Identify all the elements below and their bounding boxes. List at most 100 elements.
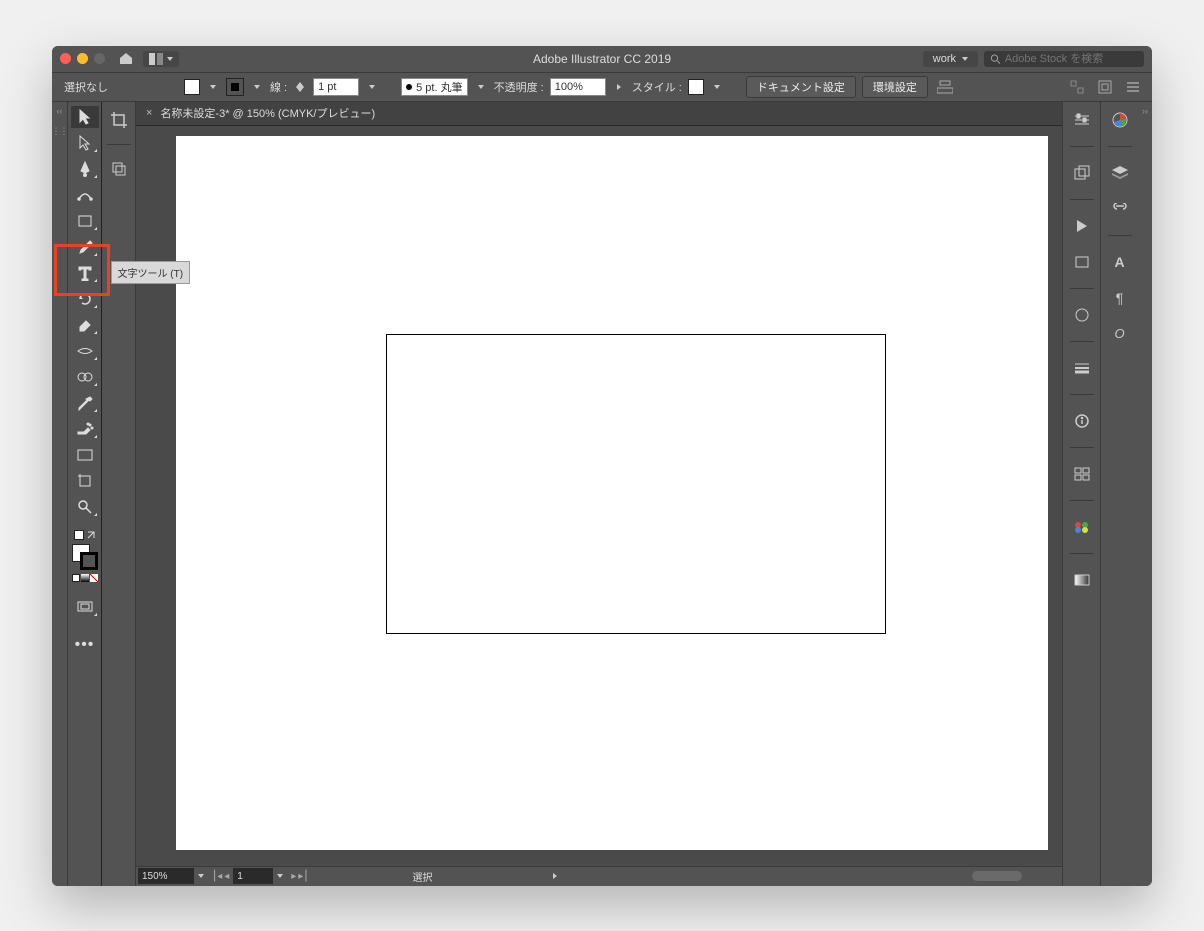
zoom-tool[interactable] (71, 496, 99, 518)
next-artboard-icon[interactable]: ▸ (291, 871, 296, 882)
prev-artboard-icon[interactable]: ◂ (224, 871, 229, 882)
style-label: スタイル : (632, 79, 682, 95)
brush-name: 5 pt. 丸筆 (416, 79, 462, 95)
artboard-number-input[interactable]: 1 (233, 868, 273, 884)
copy-icon[interactable] (107, 157, 131, 181)
aux-panel-column (102, 102, 136, 886)
appearance-panel-icon[interactable] (1070, 303, 1094, 327)
direct-selection-tool[interactable] (71, 132, 99, 154)
eyedropper-tool[interactable] (71, 392, 99, 414)
curvature-tool[interactable] (71, 184, 99, 206)
fill-swatch[interactable] (184, 79, 200, 95)
minimize-window-button[interactable] (77, 53, 88, 64)
toolbox-collapse-gutter: ‹‹ ⋮⋮ (52, 102, 68, 886)
artboard-dropdown[interactable] (273, 869, 287, 883)
gradient-tool[interactable] (71, 444, 99, 466)
gradient-panel-icon[interactable] (1070, 568, 1094, 592)
home-icon[interactable] (119, 51, 133, 67)
properties-panel-icon[interactable] (1070, 108, 1094, 132)
close-window-button[interactable] (60, 53, 71, 64)
swatches-panel-icon[interactable] (1070, 515, 1094, 539)
gradient-mode[interactable] (81, 574, 89, 582)
stroke-weight-dropdown[interactable] (365, 80, 379, 94)
drag-handle-icon[interactable]: ⋮⋮ (52, 126, 68, 137)
artboard-tool[interactable] (71, 470, 99, 492)
panel-menu-icon[interactable] (1122, 76, 1144, 98)
collapse-chevrons-icon[interactable]: ‹‹ (57, 106, 63, 116)
rectangle-tool[interactable] (71, 210, 99, 232)
collapse-chevrons-icon[interactable]: ›› (1142, 106, 1148, 116)
search-bar[interactable] (984, 51, 1144, 67)
chevron-down-icon (962, 57, 968, 61)
none-mode[interactable] (90, 574, 98, 582)
stroke-weight-stepper[interactable] (293, 79, 307, 95)
zoom-level-input[interactable]: 150% (138, 868, 194, 884)
align-icon[interactable] (934, 76, 956, 98)
workspace-switcher[interactable]: work (923, 51, 978, 67)
opentype-panel-icon[interactable]: O (1108, 322, 1132, 346)
selection-tool[interactable] (71, 106, 99, 128)
links-panel-icon[interactable] (1108, 197, 1132, 221)
document-tab[interactable]: × 名称未設定-3* @ 150% (CMYK/プレビュー) (136, 102, 1062, 126)
tab-label: 名称未設定-3* @ 150% (CMYK/プレビュー) (160, 105, 375, 121)
fill-stroke-control[interactable] (72, 544, 98, 570)
align-panel-icon[interactable] (1070, 462, 1094, 486)
edit-toolbar-button[interactable]: ••• (71, 634, 99, 656)
horizontal-scrollbar-thumb[interactable] (972, 871, 1022, 881)
screen-mode-tool[interactable] (71, 596, 99, 618)
actions-play-icon[interactable] (1070, 214, 1094, 238)
fill-dropdown[interactable] (206, 80, 220, 94)
character-panel-icon[interactable]: A (1108, 250, 1132, 274)
stroke-color[interactable] (80, 552, 98, 570)
pen-tool[interactable] (71, 158, 99, 180)
brush-selector[interactable]: 5 pt. 丸筆 (401, 78, 467, 96)
graphic-style-swatch[interactable] (688, 79, 704, 95)
canvas-viewport[interactable] (136, 126, 1062, 866)
width-tool[interactable] (71, 340, 99, 362)
opacity-input[interactable] (550, 78, 606, 96)
close-tab-icon[interactable]: × (146, 107, 152, 119)
zoom-dropdown[interactable] (194, 869, 208, 883)
chevron-down-icon (167, 57, 173, 61)
vertical-scrollbar[interactable] (1048, 126, 1062, 850)
rectangle-object[interactable] (386, 334, 886, 634)
brush-dropdown[interactable] (474, 80, 488, 94)
artboards-panel-icon[interactable] (1070, 250, 1094, 274)
opacity-dropdown[interactable] (612, 80, 626, 94)
artboard[interactable] (176, 136, 1048, 850)
solid-color-mode[interactable] (72, 574, 80, 582)
color-mode-row (72, 574, 98, 582)
symbol-sprayer-tool[interactable] (71, 418, 99, 440)
type-tool-tooltip: 文字ツール (T) (111, 261, 191, 284)
arrange-documents-button[interactable] (143, 51, 179, 67)
stroke-dropdown[interactable] (250, 80, 264, 94)
paintbrush-tool[interactable] (71, 236, 99, 258)
libraries-panel-icon[interactable] (1070, 161, 1094, 185)
status-play-icon[interactable] (553, 871, 557, 882)
app-body: ‹‹ ⋮⋮ 文字ツール (T) (52, 102, 1152, 886)
crop-icon[interactable] (107, 108, 131, 132)
document-setup-button[interactable]: ドキュメント設定 (746, 76, 856, 98)
rotate-tool[interactable] (71, 288, 99, 310)
transform-panel-icon[interactable] (1066, 76, 1088, 98)
shape-builder-tool[interactable] (71, 366, 99, 388)
right-collapse-gutter: ›› (1138, 102, 1152, 886)
preferences-button[interactable]: 環境設定 (862, 76, 928, 98)
color-panel-icon[interactable] (1108, 108, 1132, 132)
fill-stroke-toggle[interactable] (74, 530, 96, 540)
layers-panel-icon[interactable] (1108, 161, 1132, 185)
first-artboard-icon[interactable]: ⎮◂ (212, 871, 222, 882)
brush-dot-icon (406, 84, 412, 90)
search-input[interactable] (1005, 53, 1138, 65)
info-panel-icon[interactable] (1070, 409, 1094, 433)
isolate-icon[interactable] (1094, 76, 1116, 98)
eraser-tool[interactable] (71, 314, 99, 336)
stroke-panel-icon[interactable] (1070, 356, 1094, 380)
last-artboard-icon[interactable]: ▸⎮ (298, 871, 308, 882)
type-tool[interactable]: 文字ツール (T) (71, 262, 99, 284)
style-dropdown[interactable] (710, 80, 724, 94)
stroke-weight-input[interactable] (313, 78, 359, 96)
stroke-swatch[interactable] (226, 78, 244, 96)
paragraph-panel-icon[interactable]: ¶ (1108, 286, 1132, 310)
maximize-window-button[interactable] (94, 53, 105, 64)
